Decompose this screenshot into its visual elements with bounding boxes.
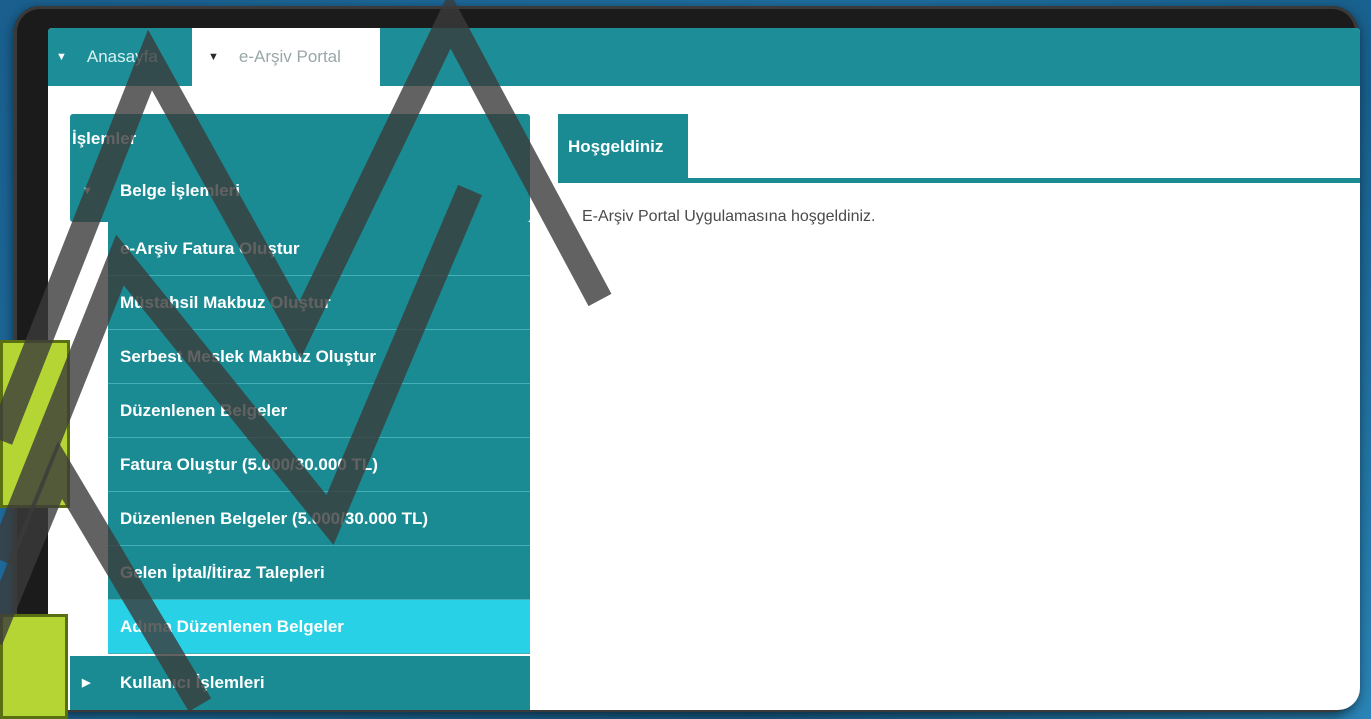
- group-label: Belge İşlemleri: [120, 181, 241, 200]
- sidebar-group-kullanici-islemleri[interactable]: ▶ Kullanıcı İşlemleri: [70, 656, 530, 710]
- content-tab-underline: [558, 178, 1360, 183]
- menu-item-duzenlenen-belgeler[interactable]: Düzenlenen Belgeler: [108, 384, 530, 438]
- caret-down-icon: ▼: [208, 51, 219, 63]
- menu-item-serbest-meslek-makbuz[interactable]: Serbest Meslek Makbuz Oluştur: [108, 330, 530, 384]
- menu-item-adima-duzenlenen-belgeler[interactable]: Adıma Düzenlenen Belgeler: [108, 600, 530, 654]
- tab-home[interactable]: ▼ Anasayfa: [56, 28, 192, 86]
- menu-item-earsiv-fatura-olustur[interactable]: e-Arşiv Fatura Oluştur: [108, 222, 530, 276]
- welcome-message: E-Arşiv Portal Uygulamasına hoşgeldiniz.: [582, 208, 876, 225]
- sidebar-title: İşlemler: [72, 129, 137, 148]
- tab-hosgeldiniz[interactable]: Hoşgeldiniz: [558, 114, 688, 180]
- caret-right-icon: ▶: [82, 677, 91, 689]
- tab-home-label: Anasayfa: [86, 47, 158, 66]
- green-overlay-box: [0, 614, 68, 719]
- menu-item-duzenlenen-belgeler-limit[interactable]: Düzenlenen Belgeler (5.000/30.000 TL): [108, 492, 530, 546]
- caret-down-icon: ▼: [82, 185, 93, 197]
- menu-item-fatura-olustur-limit[interactable]: Fatura Oluştur (5.000/30.000 TL): [108, 438, 530, 492]
- device-frame: ▼ Anasayfa ▼ e-Arşiv Portal İşlemler ▼ B…: [14, 6, 1360, 712]
- green-overlay-box: [0, 340, 70, 508]
- caret-down-icon: ▼: [56, 51, 67, 63]
- top-navigation-bar: ▼ Anasayfa ▼ e-Arşiv Portal: [48, 28, 1360, 86]
- sidebar-group-belge-islemleri[interactable]: ▼ Belge İşlemleri: [70, 164, 530, 218]
- group-label: Kullanıcı İşlemleri: [120, 673, 265, 692]
- menu-item-mustahsil-makbuz[interactable]: Müstahsil Makbuz Oluştur: [108, 276, 530, 330]
- menu-item-gelen-iptal-itiraz[interactable]: Gelen İptal/İtiraz Talepleri: [108, 546, 530, 600]
- tab-portal-label: e-Arşiv Portal: [238, 47, 341, 66]
- screen: ▼ Anasayfa ▼ e-Arşiv Portal İşlemler ▼ B…: [48, 28, 1360, 710]
- tab-earsiv-portal[interactable]: ▼ e-Arşiv Portal: [192, 28, 380, 86]
